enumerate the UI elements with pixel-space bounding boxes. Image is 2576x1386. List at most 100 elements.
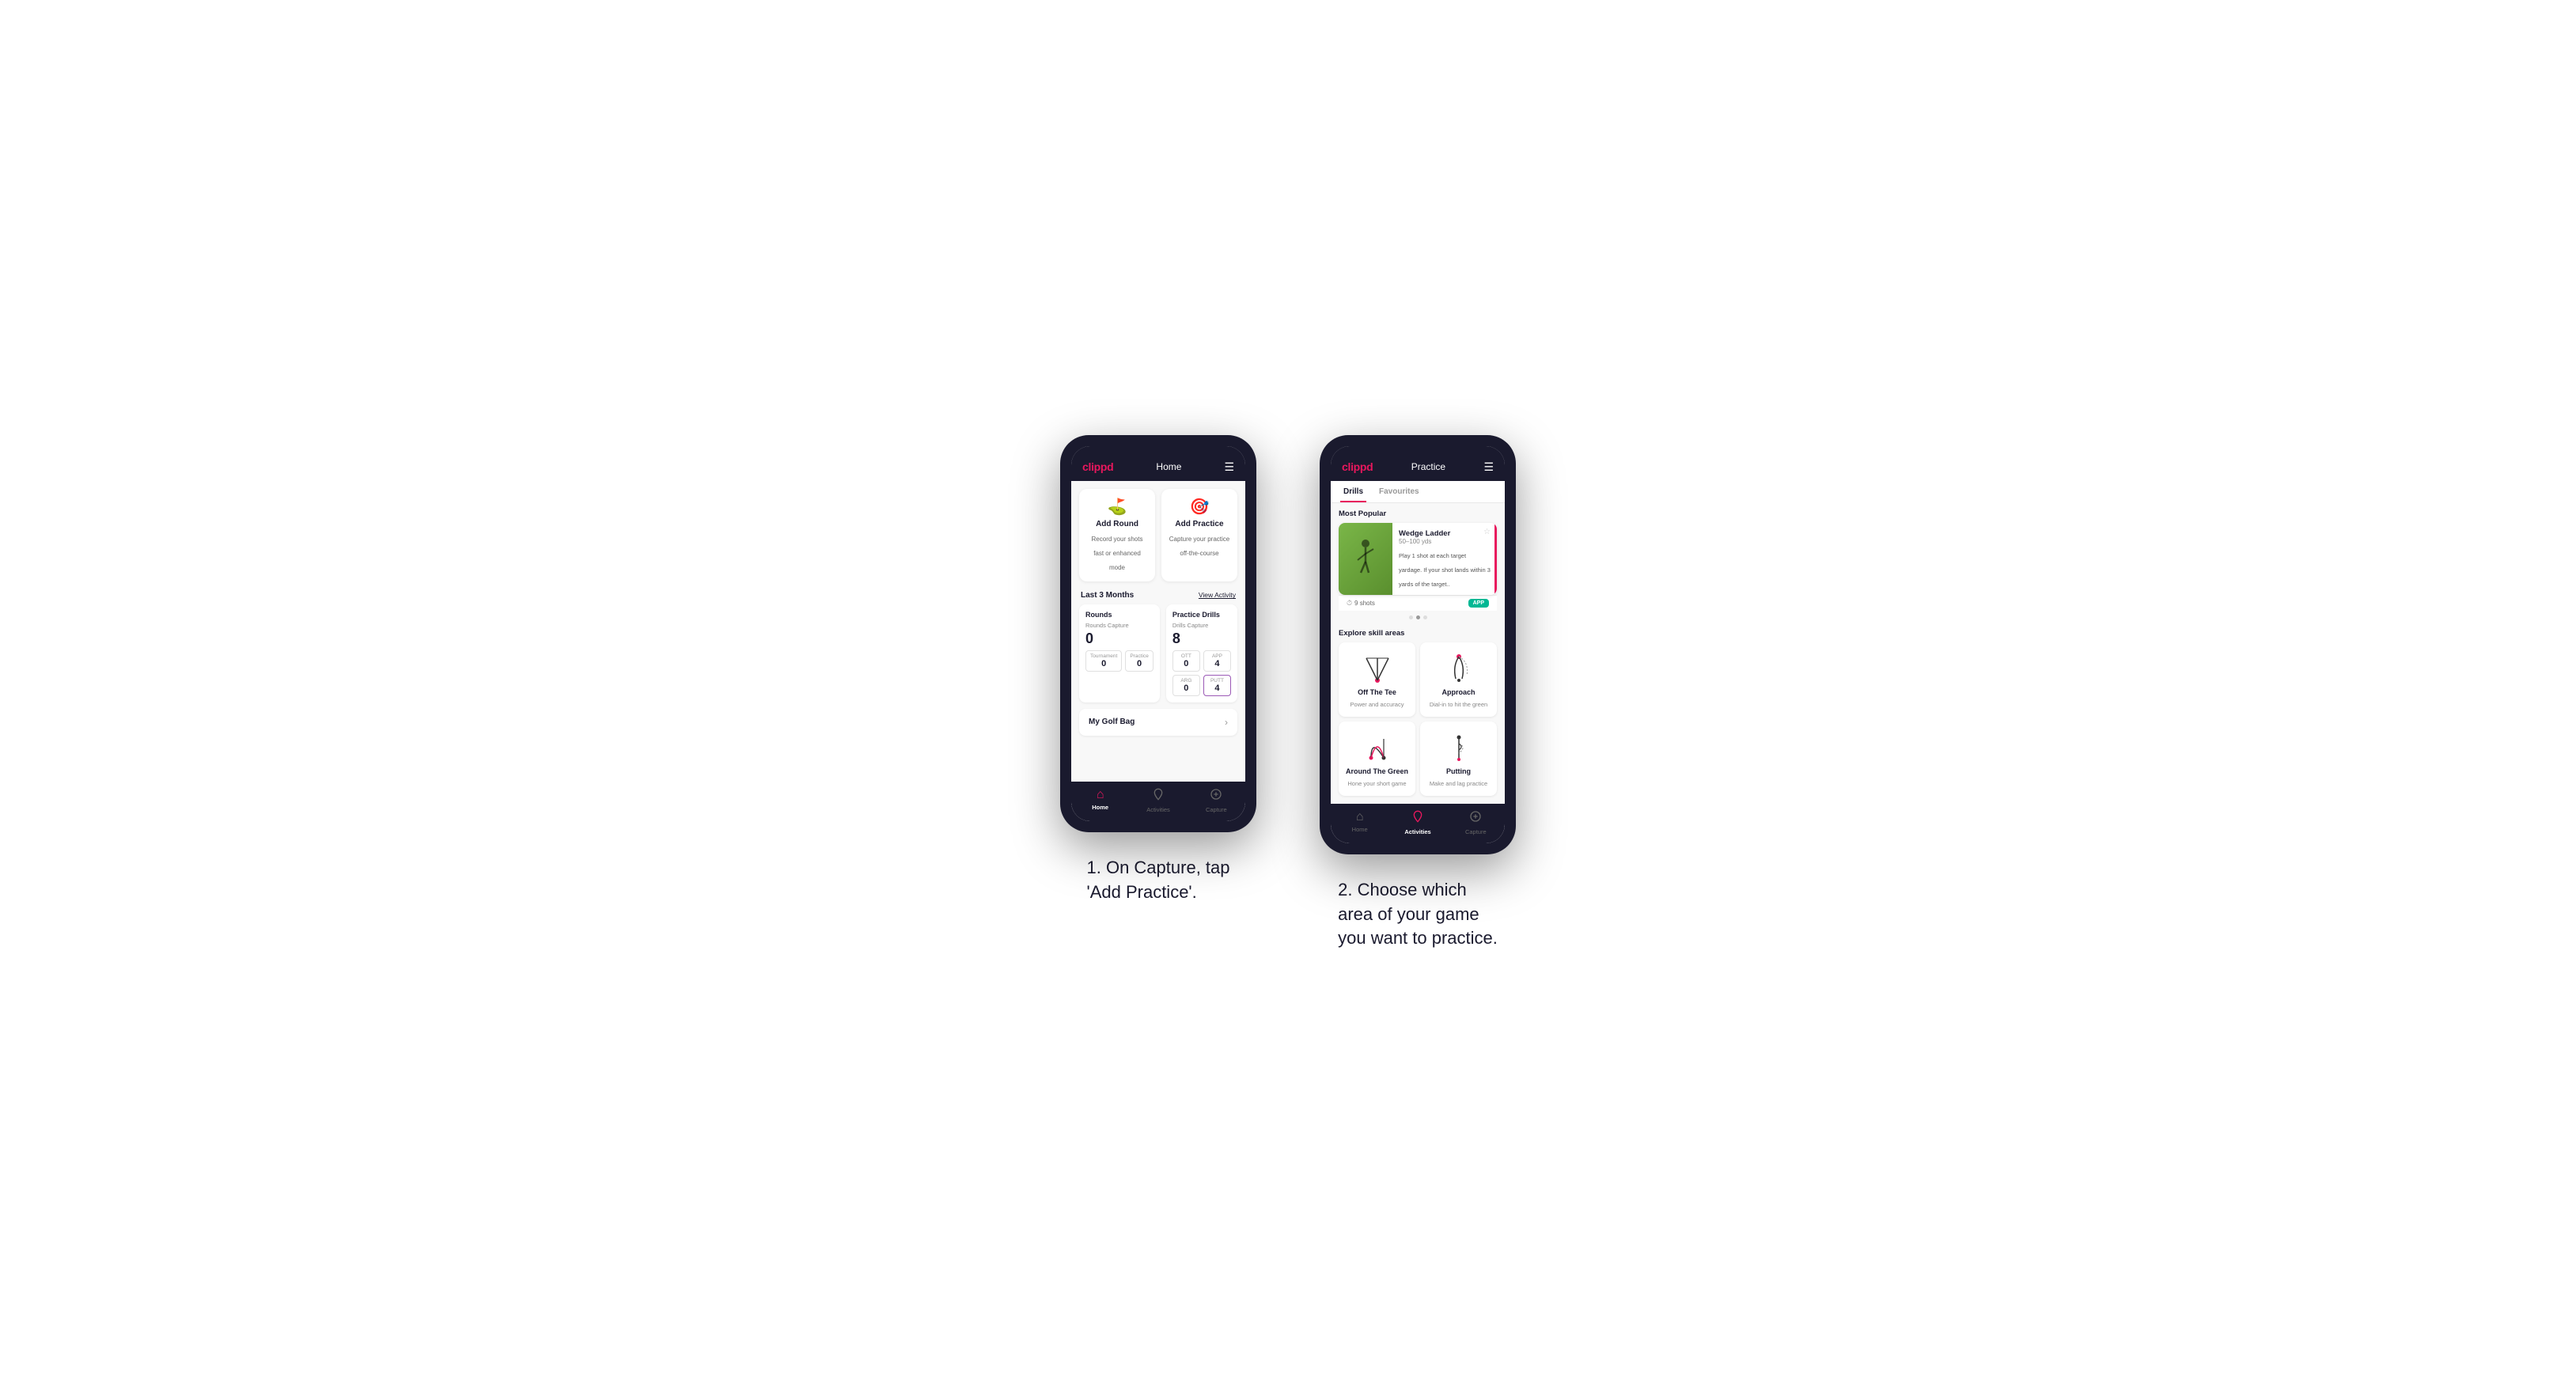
app-header-1: clippd Home ☰: [1071, 454, 1245, 481]
capture-icon-1: [1210, 788, 1222, 805]
app-badge: APP: [1468, 599, 1489, 608]
add-round-card[interactable]: ⛳ Add Round Record your shots fast or en…: [1079, 489, 1155, 581]
my-golf-bag-label: My Golf Bag: [1089, 718, 1135, 726]
caption-1: 1. On Capture, tap 'Add Practice'.: [1087, 856, 1230, 905]
chevron-right-icon: ›: [1225, 717, 1228, 728]
dot-1: [1409, 615, 1413, 619]
drills-title: Practice Drills: [1172, 611, 1231, 619]
view-activity-link[interactable]: View Activity: [1199, 591, 1236, 599]
tabs-bar: Drills Favourites: [1331, 481, 1505, 503]
last3months-title: Last 3 Months: [1081, 591, 1134, 600]
approach-visual: [1426, 650, 1491, 685]
tab-drills[interactable]: Drills: [1340, 487, 1366, 502]
add-practice-card[interactable]: 🎯 Add Practice Capture your practice off…: [1161, 489, 1237, 581]
arg-cell: ARG 0: [1172, 675, 1200, 696]
drills-capture-label: Drills Capture: [1172, 622, 1231, 629]
app-label: APP: [1208, 653, 1226, 659]
ott-name: Off The Tee: [1345, 688, 1409, 696]
approach-desc: Dial-in to hit the green: [1430, 701, 1487, 708]
practice-cell: Practice 0: [1125, 650, 1153, 672]
skill-grid: Off The Tee Power and accuracy: [1339, 642, 1497, 796]
red-bar: [1494, 523, 1497, 595]
phone1-screen: clippd Home ☰ ⛳ Add Round Record your sh…: [1071, 446, 1245, 821]
nav-home-2[interactable]: ⌂ Home: [1331, 810, 1388, 835]
home-screen-content: ⛳ Add Round Record your shots fast or en…: [1071, 481, 1245, 782]
add-round-subtitle: Record your shots fast or enhanced mode: [1092, 536, 1143, 571]
activities-icon-2: [1411, 810, 1424, 827]
clock-icon: ⏱: [1347, 599, 1352, 608]
featured-yardage: 50–100 yds: [1399, 538, 1491, 545]
clippd-logo-1: clippd: [1082, 460, 1113, 473]
page-container: clippd Home ☰ ⛳ Add Round Record your sh…: [1060, 435, 1516, 951]
phone1: clippd Home ☰ ⛳ Add Round Record your sh…: [1060, 435, 1256, 832]
stats-container: Rounds Rounds Capture 0 Tournament 0 Pra…: [1071, 604, 1245, 709]
dot-3: [1423, 615, 1427, 619]
putt-label: PUTT: [1208, 678, 1226, 684]
home-title: Home: [1156, 461, 1181, 472]
bottom-nav-2: ⌂ Home Activities: [1331, 804, 1505, 843]
star-icon[interactable]: ☆: [1483, 528, 1491, 536]
activities-nav-label-2: Activities: [1404, 828, 1430, 835]
status-bar-1: [1071, 446, 1245, 454]
putting-name: Putting: [1426, 767, 1491, 775]
putting-desc: Make and lag practice: [1430, 780, 1487, 787]
nav-capture-2[interactable]: Capture: [1447, 810, 1505, 835]
capture-nav-label-1: Capture: [1206, 806, 1227, 813]
phone2-section: clippd Practice ☰ Drills Favourites Most…: [1320, 435, 1516, 951]
add-practice-subtitle: Capture your practice off-the-course: [1169, 536, 1229, 557]
practice-screen-content: Drills Favourites Most Popular: [1331, 481, 1505, 804]
featured-card[interactable]: ☆ Wedge Ladder 50–100 yds Play 1 shot at…: [1339, 523, 1497, 595]
home-nav-label-1: Home: [1092, 804, 1108, 811]
putt-value: 4: [1208, 684, 1226, 693]
app-header-2: clippd Practice ☰: [1331, 454, 1505, 481]
featured-description: Play 1 shot at each target yardage. If y…: [1399, 552, 1491, 588]
atg-name: Around The Green: [1345, 767, 1409, 775]
tab-favourites[interactable]: Favourites: [1376, 487, 1422, 502]
my-golf-bag-row[interactable]: My Golf Bag ›: [1079, 709, 1237, 736]
skill-card-approach[interactable]: Approach Dial-in to hit the green: [1420, 642, 1497, 717]
status-bar-2: [1331, 446, 1505, 454]
ott-visual: [1345, 650, 1409, 685]
target-icon: 🎯: [1168, 497, 1231, 517]
explore-section: Explore skill areas: [1331, 626, 1505, 802]
featured-footer: ⏱ 9 shots APP: [1339, 595, 1497, 611]
home-nav-label-2: Home: [1352, 826, 1368, 833]
app-cell: APP 4: [1203, 650, 1231, 672]
home-cards-row: ⛳ Add Round Record your shots fast or en…: [1071, 481, 1245, 588]
rounds-capture-label: Rounds Capture: [1085, 622, 1154, 629]
rounds-capture-value: 0: [1085, 631, 1154, 647]
clippd-logo-2: clippd: [1342, 460, 1373, 473]
tournament-label: Tournament: [1090, 653, 1117, 659]
arg-value: 0: [1177, 684, 1195, 693]
hamburger-icon-1[interactable]: ☰: [1224, 461, 1234, 472]
skill-card-atg[interactable]: Around The Green Hone your short game: [1339, 721, 1415, 796]
nav-home-1[interactable]: ⌂ Home: [1071, 788, 1129, 813]
arg-label: ARG: [1177, 678, 1195, 684]
drills-stat-box: Practice Drills Drills Capture 8 OTT 0 A…: [1166, 604, 1237, 702]
practice-label: Practice: [1130, 653, 1148, 659]
home-icon-2: ⌂: [1356, 810, 1364, 824]
phone2-screen: clippd Practice ☰ Drills Favourites Most…: [1331, 446, 1505, 843]
add-round-title: Add Round: [1085, 520, 1149, 528]
skill-card-off-the-tee[interactable]: Off The Tee Power and accuracy: [1339, 642, 1415, 717]
skill-card-putting[interactable]: Putting Make and lag practice: [1420, 721, 1497, 796]
tournament-cell: Tournament 0: [1085, 650, 1122, 672]
capture-nav-label-2: Capture: [1465, 828, 1487, 835]
nav-capture-1[interactable]: Capture: [1188, 788, 1245, 813]
shots-count-text: 9 shots: [1354, 600, 1375, 607]
nav-activities-1[interactable]: Activities: [1129, 788, 1187, 813]
add-practice-title: Add Practice: [1168, 520, 1231, 528]
practice-title-header: Practice: [1411, 461, 1445, 472]
featured-title: Wedge Ladder: [1399, 529, 1491, 538]
atg-visual: [1345, 729, 1409, 764]
most-popular-section: Most Popular: [1331, 503, 1505, 626]
rounds-title: Rounds: [1085, 611, 1154, 619]
ott-desc: Power and accuracy: [1351, 701, 1404, 708]
home-icon-1: ⌂: [1097, 788, 1104, 802]
carousel-dots: [1339, 611, 1497, 623]
hamburger-icon-2[interactable]: ☰: [1483, 461, 1494, 472]
ott-cell: OTT 0: [1172, 650, 1200, 672]
flag-icon: ⛳: [1085, 497, 1149, 517]
most-popular-title: Most Popular: [1339, 509, 1497, 518]
nav-activities-2[interactable]: Activities: [1388, 810, 1446, 835]
